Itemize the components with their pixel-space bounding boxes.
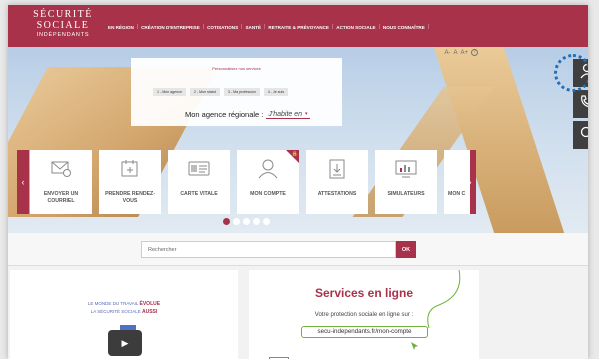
chart-screen-icon	[394, 158, 418, 185]
step-mon-agence[interactable]: 1 - Mon agence	[153, 88, 186, 96]
cursor-icon	[411, 338, 419, 356]
carousel-dot[interactable]	[233, 218, 240, 225]
logo-line-1: SÉCURITÉ	[33, 9, 93, 20]
nav-separator: |	[241, 24, 243, 30]
tile-label: ATTESTATIONS	[317, 191, 357, 197]
video-card: LE MONDE DU TRAVAIL ÉVOLUE LA SÉCURITÉ S…	[10, 270, 238, 359]
online-services-link[interactable]: secu-independants.fr/mon-compte	[301, 326, 428, 338]
search-input[interactable]	[141, 241, 396, 258]
video-caption-line1: LE MONDE DU TRAVAIL	[87, 301, 139, 306]
tile-label: PRENDRE RENDEZ-VOUS	[105, 191, 155, 204]
search-icon	[579, 125, 588, 146]
nav-sante[interactable]: SANTÉ	[245, 25, 261, 30]
tile-label: CARTE VITALE	[180, 191, 218, 197]
carousel-dot[interactable]	[253, 218, 260, 225]
play-button[interactable]: ▶	[108, 330, 142, 356]
tile-attestations[interactable]: ATTESTATIONS	[306, 150, 368, 214]
tile-envoyer-courriel[interactable]: ENVOYER UN COURRIEL	[30, 150, 92, 214]
agency-steps: 1 - Mon agence 2 - Mon statut 3 - Ma pro…	[153, 88, 289, 96]
nav-retraite-prevoyance[interactable]: RETRAITE & PRÉVOYANCE	[268, 25, 329, 30]
nav-separator: |	[427, 24, 430, 30]
video-caption-accent1: ÉVOLUE	[139, 301, 161, 307]
tile-partial[interactable]: MON C	[444, 150, 470, 214]
nav-separator: |	[378, 24, 380, 30]
step-mon-statut[interactable]: 2 - Mon statut	[189, 88, 220, 96]
region-select[interactable]: J'habite en ▾	[266, 110, 310, 119]
text-size-normal[interactable]: A	[453, 50, 457, 56]
download-doc-icon	[326, 158, 348, 185]
nav-creation-entreprise[interactable]: CRÉATION D'ENTREPRISE	[141, 25, 200, 30]
page: SÉCURITÉ SOCIALE INDÉPENDANTS EN RÉGION …	[8, 5, 588, 359]
nav-separator: |	[264, 24, 266, 30]
carousel-dots	[223, 218, 270, 225]
tile-label: MON C	[448, 191, 466, 197]
search-tool-button[interactable]	[573, 121, 588, 149]
calendar-icon	[119, 158, 141, 183]
hero-banner: A- A A+ ? Personnalisez nos services 1 -…	[8, 47, 588, 233]
lock-icon: 🔒	[291, 151, 298, 157]
main-nav: EN RÉGION | CRÉATION D'ENTREPRISE | COTI…	[108, 24, 432, 30]
nav-cotisations[interactable]: COTISATIONS	[207, 25, 238, 30]
search-strip: OK	[8, 233, 588, 266]
region-select-value: J'habite en	[268, 110, 303, 118]
agency-search-title: Personnalisez nos services	[212, 66, 261, 71]
nav-separator: |	[331, 24, 334, 30]
tile-mon-compte[interactable]: 🔒 MON COMPTE	[237, 150, 299, 214]
chevron-down-icon: ▾	[305, 111, 308, 117]
region-row: Mon agence régionale : J'habite en ▾	[185, 110, 310, 119]
tile-label: ENVOYER UN COURRIEL	[43, 191, 79, 204]
step-je-suis[interactable]: 4 - Je suis	[263, 88, 289, 96]
online-services-title: Services en ligne	[314, 286, 414, 300]
phone-icon	[579, 94, 588, 115]
nav-separator: |	[136, 24, 139, 30]
logo-line-3: INDÉPENDANTS	[36, 32, 90, 38]
nav-nous-connaitre[interactable]: NOUS CONNAÎTRE	[383, 25, 425, 30]
carousel-dot[interactable]	[223, 218, 230, 225]
carousel-dot[interactable]	[263, 218, 270, 225]
text-size-controls: A- A A+ ?	[444, 49, 478, 56]
tile-simulateurs[interactable]: SIMULATEURS	[375, 150, 437, 214]
tile-prendre-rendez-vous[interactable]: PRENDRE RENDEZ-VOUS	[99, 150, 161, 214]
online-services-card: Services en ligne Votre protection socia…	[249, 270, 479, 359]
card-icon	[187, 158, 211, 183]
nav-separator: |	[202, 24, 205, 30]
highlight-ring	[554, 54, 588, 92]
video-caption-line2: LA SÉCURITÉ SOCIALE	[90, 309, 141, 314]
search-ok-button[interactable]: OK	[396, 241, 416, 258]
video-caption: LE MONDE DU TRAVAIL ÉVOLUE LA SÉCURITÉ S…	[10, 300, 238, 316]
nav-action-sociale[interactable]: ACTION SOCIALE	[336, 25, 375, 30]
text-size-increase[interactable]: A+	[460, 50, 468, 56]
region-label: Mon agence régionale :	[185, 110, 264, 119]
carousel-dot[interactable]	[243, 218, 250, 225]
top-bar: SÉCURITÉ SOCIALE INDÉPENDANTS EN RÉGION …	[8, 5, 588, 47]
nav-en-region[interactable]: EN RÉGION	[108, 25, 134, 30]
tile-label: MON COMPTE	[250, 191, 286, 197]
tile-carte-vitale[interactable]: CARTE VITALE	[168, 150, 230, 214]
logo[interactable]: SÉCURITÉ SOCIALE INDÉPENDANTS	[28, 9, 98, 45]
video-caption-accent2: AUSSI	[142, 309, 158, 315]
step-ma-profession[interactable]: 3 - Ma profession	[223, 88, 260, 96]
agency-search-box: Personnalisez nos services 1 - Mon agenc…	[131, 58, 342, 126]
online-services-subtitle: Votre protection sociale en ligne sur :	[314, 312, 414, 318]
envelope-icon	[50, 158, 72, 183]
text-size-decrease[interactable]: A-	[444, 50, 450, 56]
logo-line-2: SOCIALE	[36, 20, 90, 31]
help-icon[interactable]: ?	[471, 49, 478, 56]
service-tiles: ENVOYER UN COURRIEL PRENDRE RENDEZ-VOUS …	[30, 150, 470, 214]
carousel-prev-button[interactable]: ‹	[17, 150, 29, 214]
tile-label: SIMULATEURS	[387, 191, 425, 197]
contact-tool-button[interactable]	[573, 90, 588, 118]
decorative-curve	[427, 270, 461, 329]
user-icon	[257, 158, 279, 185]
